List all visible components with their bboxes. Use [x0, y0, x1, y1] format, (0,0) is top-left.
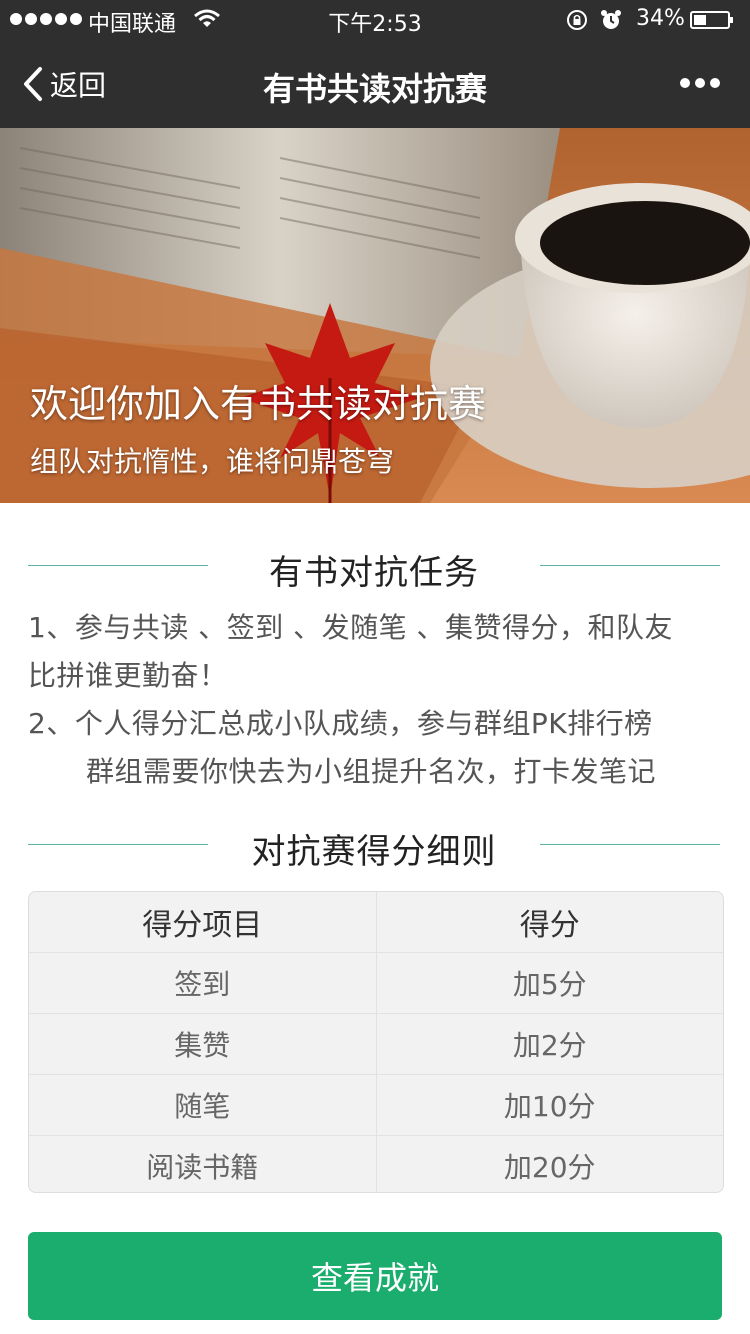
status-bar: 中国联通 下午2:53 34% [0, 0, 750, 40]
table-cell-score: 加2分 [512, 1029, 587, 1062]
nav-bar: 返回 有书共读对抗赛 [0, 40, 750, 128]
table-row: 阅读书籍 加20分 [29, 1136, 723, 1192]
tasks-heading: 有书对抗任务 [269, 553, 479, 593]
divider-line [540, 565, 720, 566]
banner-image: 欢迎你加入有书共读对抗赛 组队对抗惰性，谁将问鼎苍穹 [0, 128, 750, 503]
rotation-lock-icon [567, 10, 587, 30]
table-cell-item: 随笔 [29, 1075, 377, 1135]
tasks-section-header: 有书对抗任务 [28, 541, 720, 593]
table-row: 集赞 加2分 [29, 1014, 723, 1075]
task-line-1: 1、参与共读 、签到 、发随笔 、集赞得分，和队友 [28, 611, 674, 644]
column-header-score: 得分 [519, 908, 580, 943]
table-cell-score: 加20分 [503, 1151, 596, 1184]
battery-icon [690, 11, 733, 29]
task-line-2: 比拼谁更勤奋！ [28, 659, 228, 692]
table-cell-item: 阅读书籍 [29, 1136, 377, 1192]
table-row: 随笔 加10分 [29, 1075, 723, 1136]
task-line-4: 群组需要你快去为小组提升名次，打卡发笔记 [86, 755, 657, 788]
task-line-3: 2、个人得分汇总成小队成绩，参与群组PK排行榜 [28, 707, 653, 740]
view-achievements-button[interactable]: 查看成就 [28, 1232, 722, 1320]
table-header-row: 得分项目 得分 [29, 892, 723, 953]
banner-title: 欢迎你加入有书共读对抗赛 [30, 382, 487, 426]
table-cell-score: 加5分 [512, 968, 587, 1001]
score-table: 得分项目 得分 签到 加5分 集赞 加2分 随笔 加10分 阅读书籍 加20分 [28, 891, 724, 1193]
divider-line [540, 844, 720, 845]
rules-heading: 对抗赛得分细则 [251, 832, 497, 872]
battery-percent: 34% [636, 6, 685, 31]
table-cell-item: 集赞 [29, 1014, 377, 1074]
rules-section-header: 对抗赛得分细则 [28, 820, 720, 872]
table-cell-item: 签到 [29, 953, 377, 1013]
column-header-item: 得分项目 [29, 892, 377, 952]
alarm-icon [601, 10, 621, 29]
page-title: 有书共读对抗赛 [262, 70, 487, 108]
banner-subtitle: 组队对抗惰性，谁将问鼎苍穹 [30, 445, 395, 478]
more-options-icon[interactable] [680, 78, 720, 88]
task-description: 1、参与共读 、签到 、发随笔 、集赞得分，和队友 比拼谁更勤奋！ 2、个人得分… [28, 604, 728, 796]
table-cell-score: 加10分 [503, 1090, 596, 1123]
table-row: 签到 加5分 [29, 953, 723, 1014]
